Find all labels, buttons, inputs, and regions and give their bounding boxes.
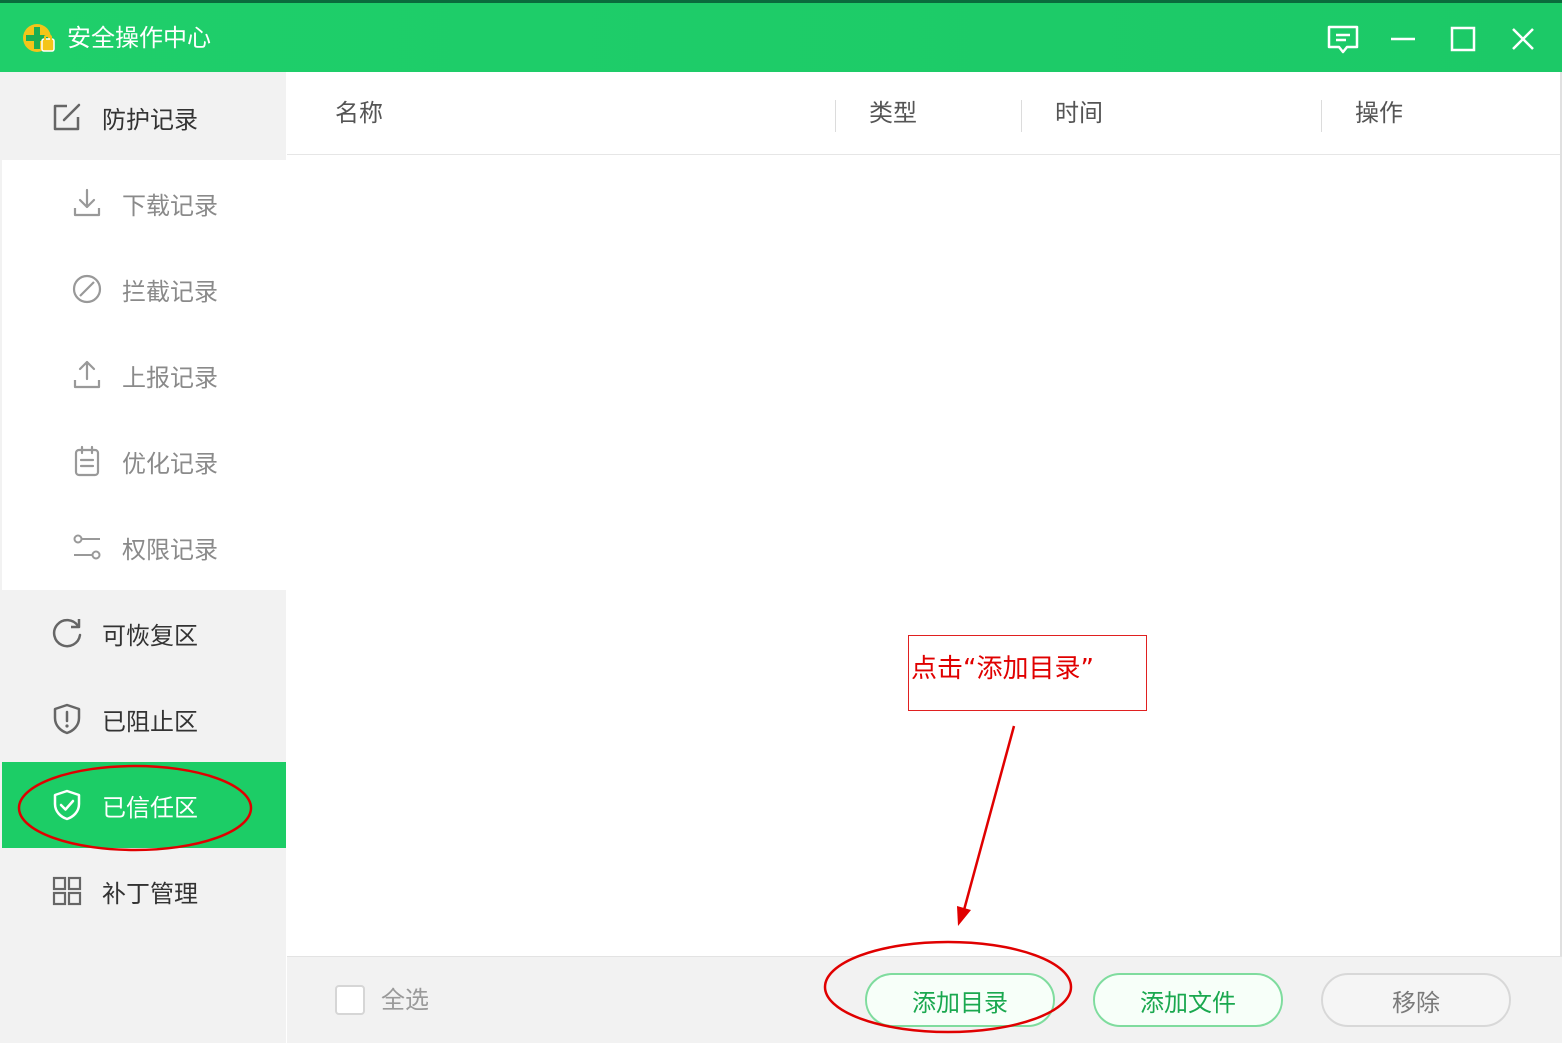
column-divider[interactable] [1321,100,1322,132]
sidebar-item-block-records[interactable]: 拦截记录 [2,246,286,332]
sidebar-item-optimize-records[interactable]: 优化记录 [2,418,286,504]
column-divider[interactable] [1021,100,1022,132]
column-header-type[interactable]: 类型 [869,98,917,128]
column-header-time[interactable]: 时间 [1055,98,1103,128]
download-icon [73,188,101,217]
upload-icon [73,360,101,389]
maximize-icon[interactable] [1445,21,1481,57]
sidebar-item-download-records[interactable]: 下载记录 [2,160,286,246]
sidebar-item-protect-records[interactable]: 防护记录 [2,74,286,160]
sidebar-item-label: 防护记录 [102,105,198,134]
sidebar: 防护记录 下载记录 拦截记录 上报记录 优化记录 权限记录 可恢复区 已阻止区 … [0,72,286,1043]
sidebar-item-label: 已阻止区 [102,707,198,736]
footer-toolbar: 全选 添加目录 添加文件 移除 [287,956,1562,1043]
sidebar-item-label: 上报记录 [122,363,218,392]
sidebar-item-label: 优化记录 [122,449,218,478]
shield-check-icon [53,789,81,821]
refresh-icon [52,618,82,648]
slider-icon [73,534,101,560]
select-all-label[interactable]: 全选 [381,985,429,1015]
sidebar-item-recoverable[interactable]: 可恢复区 [2,590,286,676]
title-bar: 安全操作中心 [0,0,1562,72]
table-header: 名称 类型 时间 操作 [287,72,1560,155]
sidebar-item-patch-management[interactable]: 补丁管理 [2,848,286,934]
remove-button[interactable]: 移除 [1321,973,1511,1027]
column-header-name[interactable]: 名称 [335,98,383,128]
clipboard-icon [74,445,100,477]
column-divider[interactable] [835,100,836,132]
edit-icon [53,103,81,131]
shield-alert-icon [53,703,81,735]
grid-icon [52,876,82,906]
sidebar-item-label: 下载记录 [122,191,218,220]
select-all-checkbox[interactable] [335,985,365,1015]
annotation-text: 点击“添加目录” [911,654,1094,684]
sidebar-item-label: 权限记录 [122,535,218,564]
sidebar-item-label: 拦截记录 [122,277,218,306]
sidebar-item-label: 可恢复区 [102,621,198,650]
minimize-icon[interactable] [1385,21,1421,57]
trusted-list: 名称 类型 时间 操作 [287,72,1560,956]
column-header-action: 操作 [1355,99,1403,127]
feedback-icon[interactable] [1325,21,1361,57]
annotation-callout: 点击“添加目录” [908,635,1147,711]
block-icon [72,274,102,304]
sidebar-item-label: 已信任区 [102,793,198,822]
app-logo-icon [23,24,55,52]
sidebar-item-trusted[interactable]: 已信任区 [2,762,286,848]
close-icon[interactable] [1505,21,1541,57]
sidebar-item-label: 补丁管理 [102,879,198,908]
add-file-button[interactable]: 添加文件 [1093,973,1283,1027]
sidebar-item-permission-records[interactable]: 权限记录 [2,504,286,590]
app-title: 安全操作中心 [67,24,211,52]
sidebar-item-blocked[interactable]: 已阻止区 [2,676,286,762]
add-directory-button[interactable]: 添加目录 [865,973,1055,1027]
sidebar-item-report-records[interactable]: 上报记录 [2,332,286,418]
